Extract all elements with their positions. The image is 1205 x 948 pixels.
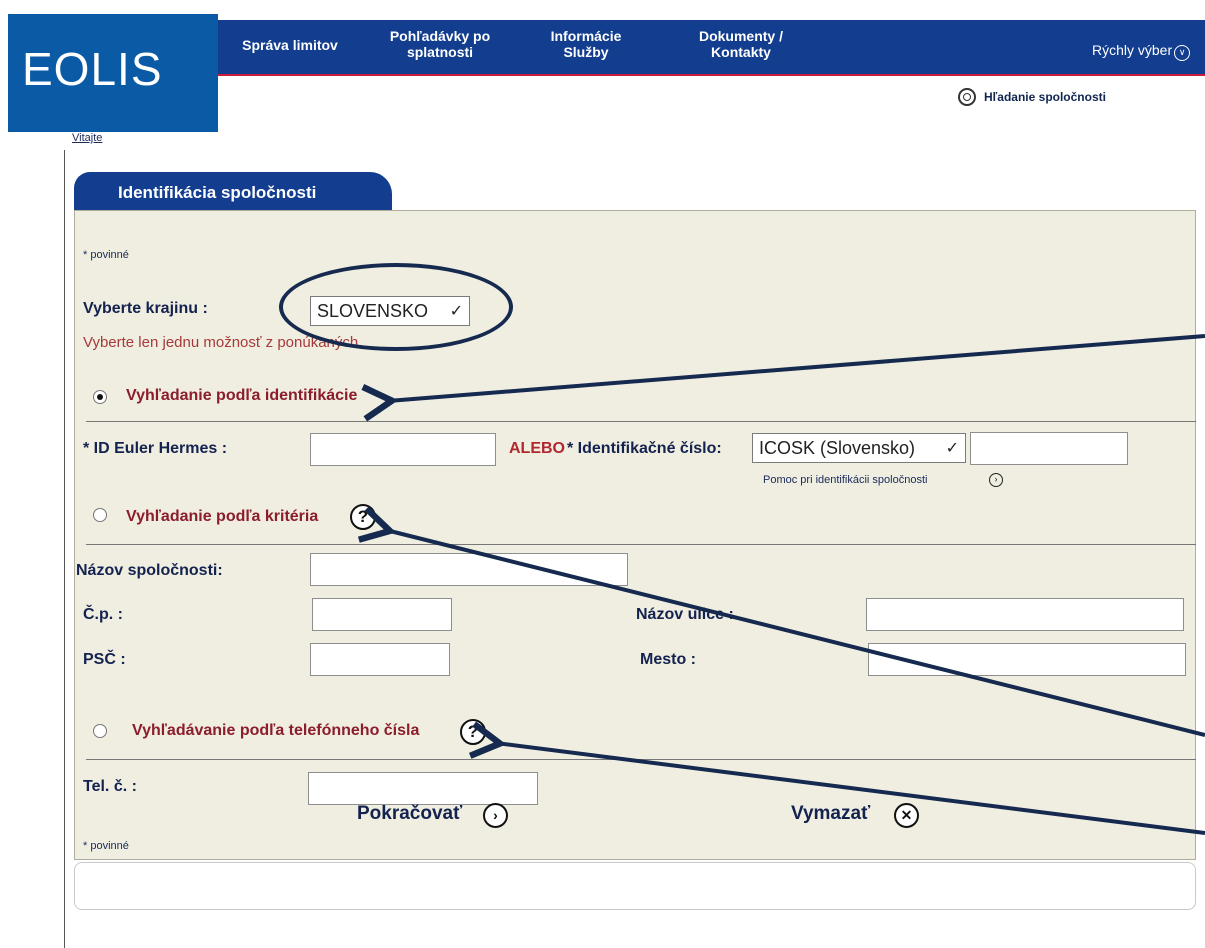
annotation-arrow (386, 530, 1205, 737)
annotation-arrow (496, 743, 1205, 835)
annotation-arrow (388, 334, 1205, 401)
annotation-arrows (0, 334, 1205, 835)
